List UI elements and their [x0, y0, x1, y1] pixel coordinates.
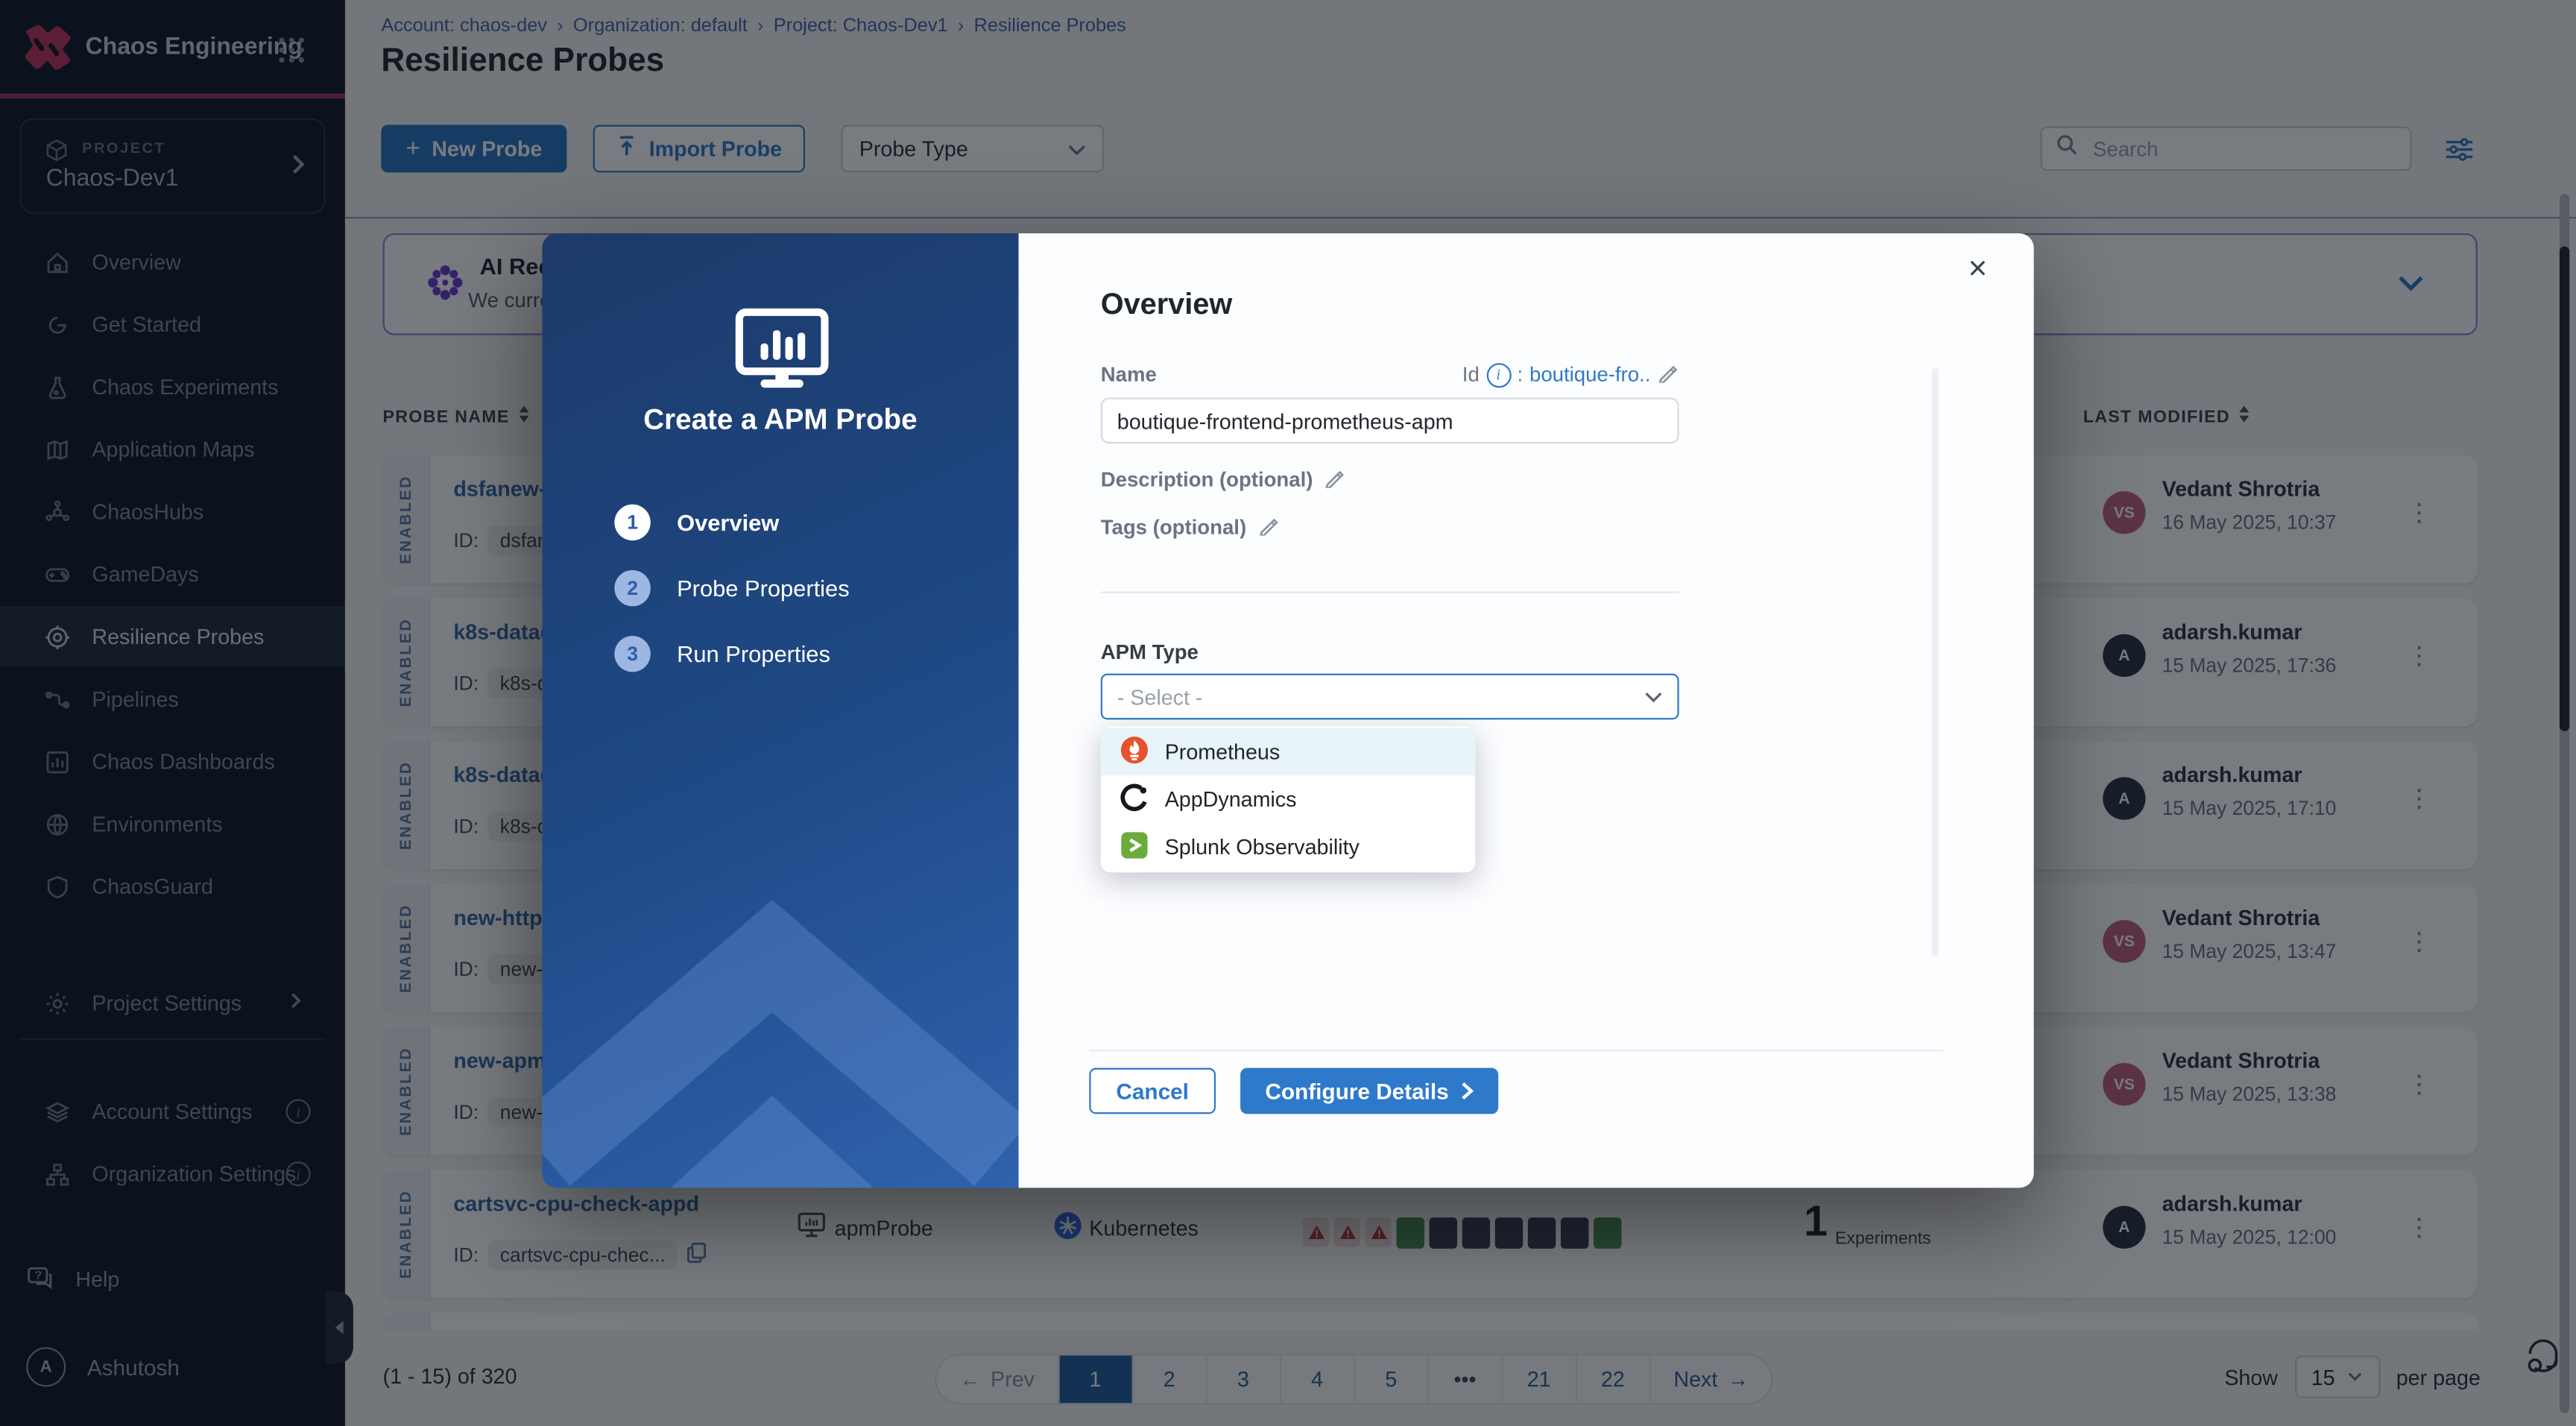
tags-label[interactable]: Tags (optional): [1101, 514, 1279, 540]
create-apm-probe-modal: Create a APM Probe 1 Overview 2 Probe Pr…: [542, 233, 2033, 1188]
apm-type-dropdown: Prometheus AppDynamics Splunk Observabil…: [1101, 726, 1476, 872]
edit-pencil-icon[interactable]: [1658, 362, 1679, 388]
wizard-step-overview[interactable]: 1 Overview: [614, 505, 779, 540]
footer-divider: [1089, 1050, 1943, 1051]
option-prometheus[interactable]: Prometheus: [1101, 728, 1476, 775]
splunk-icon: [1120, 830, 1148, 863]
option-splunk-observability[interactable]: Splunk Observability: [1101, 823, 1476, 871]
form-scrollbar[interactable]: [1932, 368, 1939, 956]
modal-wizard-panel: Create a APM Probe 1 Overview 2 Probe Pr…: [542, 233, 1018, 1188]
apm-monitor-icon: [734, 307, 830, 397]
prometheus-icon: [1120, 735, 1148, 768]
appdynamics-icon: [1120, 783, 1148, 815]
probe-id-display: Id i : boutique-fro...: [1439, 362, 1679, 388]
info-icon[interactable]: i: [1486, 362, 1511, 387]
harness-watermark: [542, 759, 1018, 1187]
description-label[interactable]: Description (optional): [1101, 467, 1346, 493]
modal-form-panel: × Overview Name Id i : boutique-fro... D…: [1019, 233, 2034, 1188]
cancel-button[interactable]: Cancel: [1089, 1068, 1216, 1114]
close-icon[interactable]: ×: [1968, 253, 1987, 285]
chevron-right-icon: [1460, 1081, 1474, 1100]
probe-name-input[interactable]: [1101, 397, 1679, 444]
wizard-step-probe-properties[interactable]: 2 Probe Properties: [614, 570, 849, 606]
form-heading: Overview: [1101, 288, 1232, 322]
wizard-step-run-properties[interactable]: 3 Run Properties: [614, 636, 830, 672]
configure-details-button[interactable]: Configure Details: [1240, 1068, 1498, 1114]
apm-type-select[interactable]: - Select -: [1101, 674, 1679, 720]
edit-pencil-icon[interactable]: [1325, 467, 1346, 493]
form-divider: [1101, 591, 1679, 593]
modal-title: Create a APM Probe: [542, 403, 1018, 437]
name-label: Name: [1101, 363, 1157, 386]
probe-id-value: boutique-fro...: [1530, 363, 1651, 386]
chevron-down-icon: [1644, 691, 1662, 702]
apm-type-label: APM Type: [1101, 641, 1199, 664]
edit-pencil-icon[interactable]: [1258, 514, 1280, 540]
option-appdynamics[interactable]: AppDynamics: [1101, 775, 1476, 823]
